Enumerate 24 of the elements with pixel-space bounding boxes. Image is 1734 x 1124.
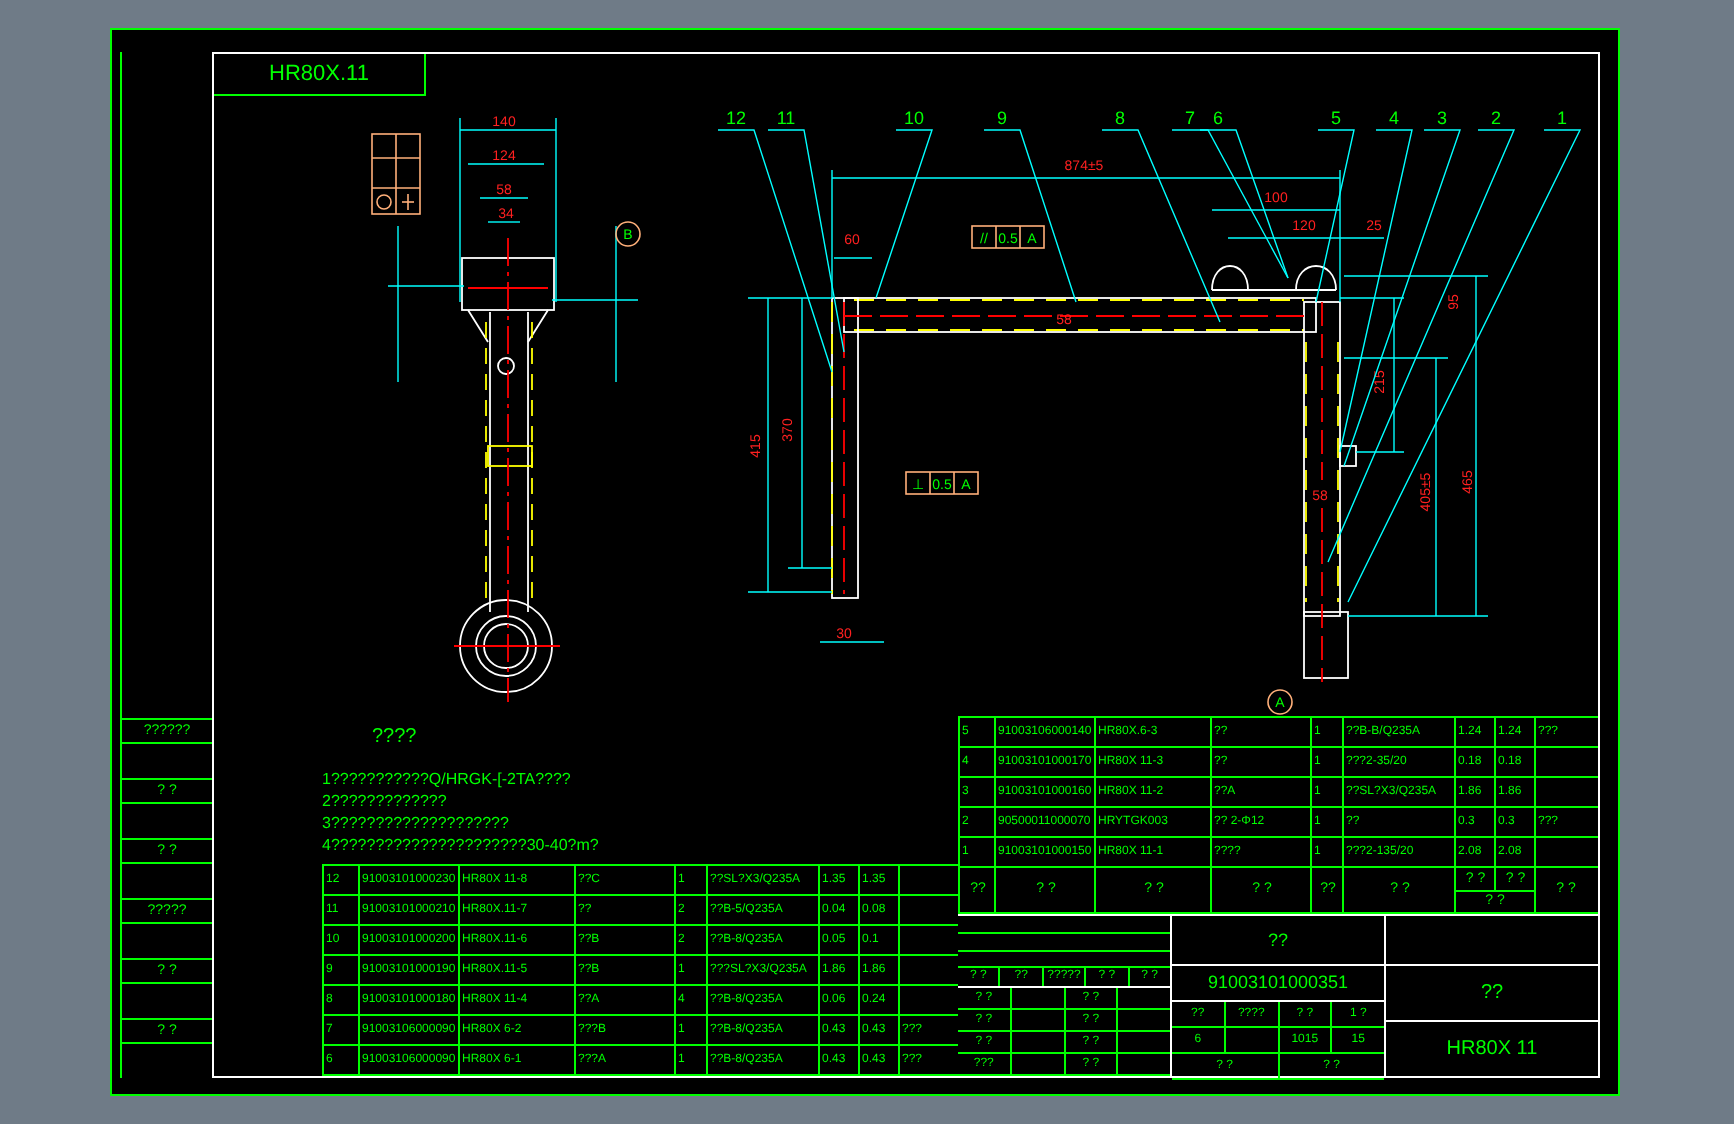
note-line: 3???????????????????? (322, 812, 511, 834)
part-number-label: 3 (1437, 108, 1447, 128)
note-line: 4??????????????????????30-40?m? (322, 834, 601, 856)
note-line: 1???????????Q/HRGK-[-2TA???? (322, 768, 573, 790)
part-number-label: 12 (726, 108, 746, 128)
mirrored-title-label: HR80X.11 (269, 62, 369, 86)
dimension-line (819, 641, 885, 643)
notes-heading: ???? (372, 726, 419, 748)
part-number-label: 1 (1557, 108, 1567, 128)
part-number-label: 11 (776, 108, 796, 128)
part-number-label: 9 (997, 108, 1007, 128)
part-number-label: 8 (1115, 108, 1125, 128)
part-number-label: 4 (1389, 108, 1399, 128)
part-number-label: 10 (904, 108, 924, 128)
drawing-code: 91003101000351 (1172, 966, 1384, 1002)
part-number-label: 2 (1491, 108, 1501, 128)
drawing-number: HR80X 11 (1444, 1036, 1540, 1064)
drawing-name: ?? (1386, 966, 1598, 1022)
tolerance-table-drawing (371, 133, 421, 215)
part-number-label: 7 (1185, 108, 1195, 128)
note-line: 2????????????? (322, 790, 449, 812)
part-number-label: 6 (1213, 108, 1223, 128)
material-label: ?? (1172, 916, 1384, 966)
part-number-label: 5 (1331, 108, 1341, 128)
